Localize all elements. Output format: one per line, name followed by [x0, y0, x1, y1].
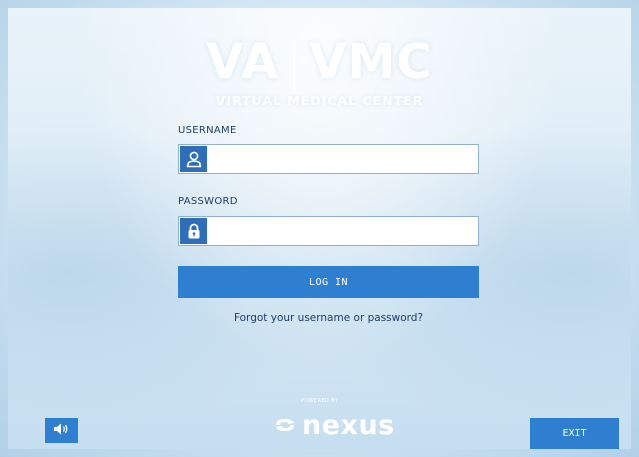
- exit-button[interactable]: EXIT: [530, 418, 619, 449]
- username-field[interactable]: [178, 144, 479, 174]
- nexus-mark-icon: [273, 416, 297, 434]
- powered-by-label: POWERED BY: [300, 398, 339, 404]
- logo-tagline: VIRTUAL MEDICAL CENTER: [215, 93, 424, 108]
- password-label: PASSWORD: [178, 196, 238, 207]
- sound-toggle-button[interactable]: [45, 418, 78, 443]
- nexus-logo-text: nexus: [302, 409, 395, 441]
- login-button[interactable]: LOG IN: [178, 266, 479, 298]
- password-input[interactable]: [211, 219, 477, 245]
- forgot-credentials-link[interactable]: Forgot your username or password?: [178, 312, 479, 324]
- logo-va-text: VA: [206, 34, 280, 90]
- speaker-icon: [53, 421, 71, 440]
- logo-vmc-text: VMC: [309, 34, 433, 90]
- logo-divider: [293, 40, 296, 90]
- username-label: USERNAME: [178, 125, 237, 136]
- user-icon: [180, 146, 207, 172]
- username-input[interactable]: [211, 147, 477, 173]
- va-vmc-logo: VA VMC: [0, 34, 639, 90]
- nexus-logo: nexus: [273, 409, 395, 441]
- lock-icon: [180, 218, 207, 244]
- password-field[interactable]: [178, 216, 479, 246]
